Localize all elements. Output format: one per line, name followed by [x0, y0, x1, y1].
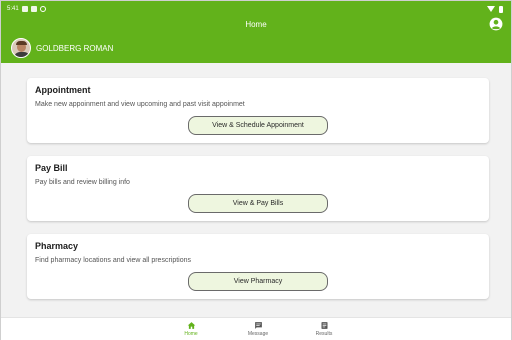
notification-icon	[21, 6, 28, 12]
card-title: Appointment	[35, 85, 91, 95]
nav-item-label: Home	[184, 331, 198, 337]
view-pharmacy-button[interactable]: View Pharmacy	[188, 272, 328, 291]
wifi-icon	[487, 6, 495, 12]
account-circle-icon[interactable]	[489, 17, 503, 31]
card-description: Pay bills and review billing info	[35, 179, 130, 186]
avatar	[11, 38, 31, 58]
appointment-card: Appointment Make new appoinment and view…	[27, 78, 489, 143]
sync-icon	[39, 6, 46, 12]
view-schedule-appointment-button[interactable]: View & Schedule Appoinment	[188, 116, 328, 135]
card-title: Pay Bill	[35, 163, 68, 173]
status-indicators	[487, 4, 503, 14]
home-icon	[187, 322, 195, 329]
sim-card-icon	[30, 6, 37, 12]
card-description: Make new appoinment and view upcoming an…	[35, 101, 245, 108]
pharmacy-card: Pharmacy Find pharmacy locations and vie…	[27, 234, 489, 299]
nav-item-message[interactable]: Message	[238, 321, 278, 340]
status-bar: 5:41	[7, 4, 46, 14]
nav-item-results[interactable]: Results	[304, 321, 344, 340]
view-pay-bills-button[interactable]: View & Pay Bills	[188, 194, 328, 213]
bottom-navigation: Home Message Results	[1, 317, 511, 340]
battery-icon	[499, 5, 503, 13]
results-icon	[321, 322, 327, 329]
message-icon	[254, 322, 262, 329]
user-name: GOLDBERG ROMAN	[36, 43, 114, 53]
user-profile[interactable]: GOLDBERG ROMAN	[11, 38, 113, 58]
app-header: 5:41 Home GOLDBERG ROMAN	[1, 1, 511, 63]
nav-item-label: Results	[315, 331, 333, 337]
nav-item-label: Message	[247, 331, 269, 337]
pay-bill-card: Pay Bill Pay bills and review billing in…	[27, 156, 489, 221]
page-title: Home	[245, 20, 267, 29]
nav-item-home[interactable]: Home	[171, 321, 211, 340]
status-time: 5:41	[7, 6, 19, 12]
card-description: Find pharmacy locations and view all pre…	[35, 257, 192, 264]
card-title: Pharmacy	[35, 241, 79, 251]
